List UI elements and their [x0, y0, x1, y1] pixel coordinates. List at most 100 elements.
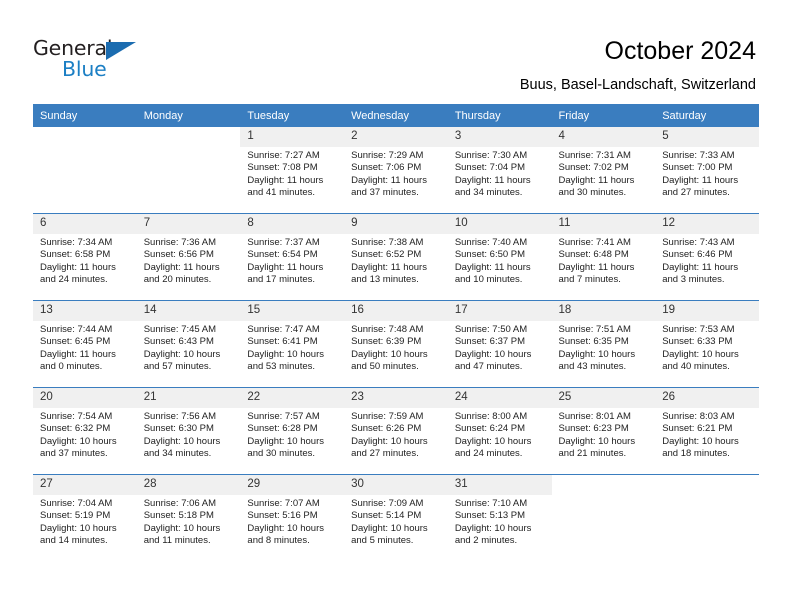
daylight-text-line2: and 2 minutes. [454, 535, 518, 547]
day-details: Sunrise: 8:00 AM Sunset: 6:24 PM Daylight:… [448, 408, 552, 461]
daylight-text-line2: and 53 minutes. [247, 361, 316, 373]
calendar-day-cell[interactable]: 9 Sunrise: 7:38 AM Sunset: 6:52 PM Daylight… [344, 213, 448, 301]
day-number: 13 [33, 301, 137, 321]
calendar-week-row: 1 Sunrise: 7:27 AM Sunset: 7:08 PM Daylight… [33, 127, 759, 214]
calendar-day-cell[interactable]: 31 Sunrise: 7:10 AM Sunset: 5:13 PM Dayligh… [447, 474, 552, 561]
calendar-day-cell[interactable]: 7 Sunrise: 7:36 AM Sunset: 6:56 PM Daylight… [136, 213, 241, 301]
daylight-text-line1: Daylight: 11 hours [558, 174, 635, 186]
sunset-text: Sunset: 6:32 PM [40, 423, 111, 435]
calendar-day-cell[interactable]: 11 Sunrise: 7:41 AM Sunset: 6:48 PM Dayligh… [551, 213, 656, 301]
calendar-day-cell[interactable]: 2 Sunrise: 7:29 AM Sunset: 7:06 PM Daylight… [344, 127, 448, 214]
day-details: Sunrise: 7:27 AM Sunset: 7:08 PM Daylight:… [240, 147, 344, 200]
calendar-day-cell[interactable]: 21 Sunrise: 7:56 AM Sunset: 6:30 PM Dayligh… [136, 387, 241, 475]
logo-triangle-icon [106, 42, 136, 60]
calendar-day-cell-empty [33, 127, 137, 214]
sunrise-text: Sunrise: 7:59 AM [351, 411, 424, 422]
calendar-day-cell[interactable]: 12 Sunrise: 7:43 AM Sunset: 6:46 PM Dayligh… [655, 213, 759, 301]
sunrise-text: Sunrise: 7:54 AM [40, 411, 113, 422]
daylight-text-line2: and 13 minutes. [351, 274, 419, 286]
daylight-text-line1: Daylight: 10 hours [247, 522, 324, 534]
day-details: Sunrise: 8:01 AM Sunset: 6:23 PM Daylight:… [552, 408, 656, 461]
day-number: 6 [33, 214, 137, 234]
calendar-day-cell[interactable]: 14 Sunrise: 7:45 AM Sunset: 6:43 PM Dayligh… [136, 300, 241, 388]
sunset-text: Sunset: 6:21 PM [662, 423, 733, 435]
calendar-day-cell[interactable]: 25 Sunrise: 8:01 AM Sunset: 6:23 PM Dayligh… [551, 387, 656, 475]
day-number: 24 [447, 388, 552, 408]
calendar-day-cell[interactable]: 29 Sunrise: 7:07 AM Sunset: 5:16 PM Dayligh… [240, 474, 345, 561]
day-details: Sunrise: 7:41 AM Sunset: 6:48 PM Daylight:… [552, 234, 656, 287]
sunrise-text: Sunrise: 8:01 AM [558, 411, 631, 422]
daylight-text-line2: and 40 minutes. [662, 361, 730, 373]
calendar-day-cell[interactable]: 10 Sunrise: 7:40 AM Sunset: 6:50 PM Dayligh… [447, 213, 552, 301]
sunset-text: Sunset: 5:14 PM [351, 510, 422, 522]
calendar-day-cell[interactable]: 18 Sunrise: 7:51 AM Sunset: 6:35 PM Dayligh… [551, 300, 656, 388]
calendar-day-cell[interactable]: 5 Sunrise: 7:33 AM Sunset: 7:00 PM Daylight… [655, 127, 759, 214]
day-details: Sunrise: 7:38 AM Sunset: 6:52 PM Daylight:… [344, 234, 448, 287]
sunset-text: Sunset: 6:23 PM [558, 423, 629, 435]
daylight-text-line2: and 37 minutes. [40, 448, 108, 460]
daylight-text-line1: Daylight: 11 hours [40, 348, 116, 360]
day-details: Sunrise: 7:07 AM Sunset: 5:16 PM Daylight:… [240, 495, 344, 548]
daylight-text-line2: and 34 minutes. [454, 187, 523, 199]
daylight-text-line2: and 14 minutes. [40, 535, 108, 547]
sunrise-text: Sunrise: 7:37 AM [247, 237, 320, 248]
weekday-header-sunday: Sunday [33, 104, 137, 127]
calendar-day-cell[interactable]: 17 Sunrise: 7:50 AM Sunset: 6:37 PM Dayligh… [447, 300, 552, 388]
daylight-text-line1: Daylight: 10 hours [143, 348, 221, 360]
calendar-day-cell[interactable]: 1 Sunrise: 7:27 AM Sunset: 7:08 PM Daylight… [240, 127, 345, 214]
sunrise-sunset-calendar: Sunday Monday Tuesday Wednesday Thursday… [33, 104, 759, 561]
day-number: 8 [240, 214, 345, 234]
sunset-text: Sunset: 6:46 PM [662, 249, 733, 261]
day-number: 12 [655, 214, 759, 234]
daylight-text-line1: Daylight: 10 hours [662, 435, 739, 447]
sunrise-text: Sunrise: 7:31 AM [558, 150, 631, 161]
daylight-text-line2: and 21 minutes. [558, 448, 627, 460]
daylight-text-line2: and 20 minutes. [143, 274, 212, 286]
day-details: Sunrise: 7:56 AM Sunset: 6:30 PM Daylight:… [137, 408, 241, 461]
sunrise-text: Sunrise: 7:45 AM [143, 324, 217, 335]
calendar-day-cell[interactable]: 23 Sunrise: 7:59 AM Sunset: 6:26 PM Dayligh… [344, 387, 448, 475]
daylight-text-line2: and 43 minutes. [558, 361, 627, 373]
daylight-text-line1: Daylight: 11 hours [558, 261, 635, 273]
daylight-text-line1: Daylight: 11 hours [247, 174, 324, 186]
sunset-text: Sunset: 6:43 PM [143, 336, 214, 348]
daylight-text-line1: Daylight: 11 hours [454, 174, 531, 186]
calendar-day-cell[interactable]: 28 Sunrise: 7:06 AM Sunset: 5:18 PM Dayligh… [136, 474, 241, 561]
calendar-day-cell[interactable]: 26 Sunrise: 8:03 AM Sunset: 6:21 PM Dayligh… [655, 387, 759, 475]
calendar-day-cell-empty [551, 474, 656, 561]
day-number: 19 [655, 301, 759, 321]
sunset-text: Sunset: 6:41 PM [247, 336, 318, 348]
calendar-day-cell[interactable]: 4 Sunrise: 7:31 AM Sunset: 7:02 PM Daylight… [551, 127, 656, 214]
calendar-day-cell[interactable]: 16 Sunrise: 7:48 AM Sunset: 6:39 PM Dayligh… [344, 300, 448, 388]
daylight-text-line2: and 18 minutes. [662, 448, 730, 460]
sunset-text: Sunset: 6:56 PM [143, 249, 214, 261]
weekday-header-thursday: Thursday [447, 104, 552, 127]
day-number [136, 127, 241, 147]
daylight-text-line1: Daylight: 10 hours [143, 435, 221, 447]
sunset-text: Sunset: 6:24 PM [454, 423, 526, 435]
daylight-text-line2: and 57 minutes. [143, 361, 212, 373]
calendar-week-row: 6 Sunrise: 7:34 AM Sunset: 6:58 PM Daylight… [33, 213, 759, 301]
sunset-text: Sunset: 6:33 PM [662, 336, 733, 348]
sunrise-text: Sunrise: 7:38 AM [351, 237, 424, 248]
calendar-day-cell[interactable]: 19 Sunrise: 7:53 AM Sunset: 6:33 PM Dayligh… [655, 300, 759, 388]
day-number: 18 [551, 301, 656, 321]
sunrise-text: Sunrise: 7:33 AM [662, 150, 735, 161]
calendar-day-cell[interactable]: 15 Sunrise: 7:47 AM Sunset: 6:41 PM Dayligh… [240, 300, 345, 388]
calendar-day-cell[interactable]: 8 Sunrise: 7:37 AM Sunset: 6:54 PM Daylight… [240, 213, 345, 301]
calendar-day-cell[interactable]: 3 Sunrise: 7:30 AM Sunset: 7:04 PM Daylight… [447, 127, 552, 214]
daylight-text-line2: and 41 minutes. [247, 187, 316, 199]
calendar-day-cell[interactable]: 20 Sunrise: 7:54 AM Sunset: 6:32 PM Dayligh… [33, 387, 137, 475]
calendar-day-cell[interactable]: 13 Sunrise: 7:44 AM Sunset: 6:45 PM Dayligh… [33, 300, 137, 388]
daylight-text-line2: and 0 minutes. [40, 361, 103, 373]
day-number [655, 475, 759, 495]
calendar-day-cell[interactable]: 22 Sunrise: 7:57 AM Sunset: 6:28 PM Dayligh… [240, 387, 345, 475]
daylight-text-line1: Daylight: 10 hours [351, 522, 428, 534]
daylight-text-line1: Daylight: 10 hours [40, 435, 117, 447]
daylight-text-line1: Daylight: 10 hours [351, 435, 428, 447]
calendar-day-cell[interactable]: 27 Sunrise: 7:04 AM Sunset: 5:19 PM Dayligh… [33, 474, 137, 561]
calendar-day-cell[interactable]: 6 Sunrise: 7:34 AM Sunset: 6:58 PM Daylight… [33, 213, 137, 301]
calendar-day-cell[interactable]: 30 Sunrise: 7:09 AM Sunset: 5:14 PM Dayligh… [344, 474, 448, 561]
calendar-day-cell[interactable]: 24 Sunrise: 8:00 AM Sunset: 6:24 PM Dayligh… [447, 387, 552, 475]
calendar-day-cell-empty [136, 127, 241, 214]
